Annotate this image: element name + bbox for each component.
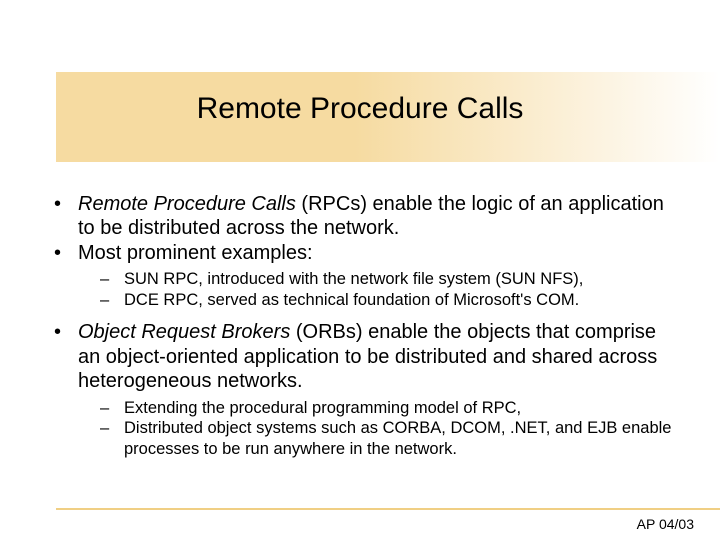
bullet-examples: Most prominent examples: SUN RPC, introd…	[48, 241, 682, 311]
subbullet-sunrpc: SUN RPC, introduced with the network fil…	[78, 269, 682, 290]
subbullet-dcerpc: DCE RPC, served as technical foundation …	[78, 290, 682, 311]
bullet-rpc-em: Remote Procedure Calls	[78, 193, 296, 215]
bullet-examples-text: Most prominent examples:	[78, 242, 313, 264]
subbullet-distributed: Distributed object systems such as CORBA…	[78, 418, 682, 459]
slide-title: Remote Procedure Calls	[0, 92, 720, 126]
subbullet-extend: Extending the procedural programming mod…	[78, 398, 682, 419]
bullet-orb-em: Object Request Brokers	[78, 321, 290, 343]
bullet-orb: Object Request Brokers (ORBs) enable the…	[48, 320, 682, 459]
bullet-rpc: Remote Procedure Calls (RPCs) enable the…	[48, 192, 682, 241]
footer-divider	[56, 508, 720, 510]
slide-body: Remote Procedure Calls (RPCs) enable the…	[48, 192, 682, 469]
footer-text: AP 04/03	[637, 516, 694, 532]
